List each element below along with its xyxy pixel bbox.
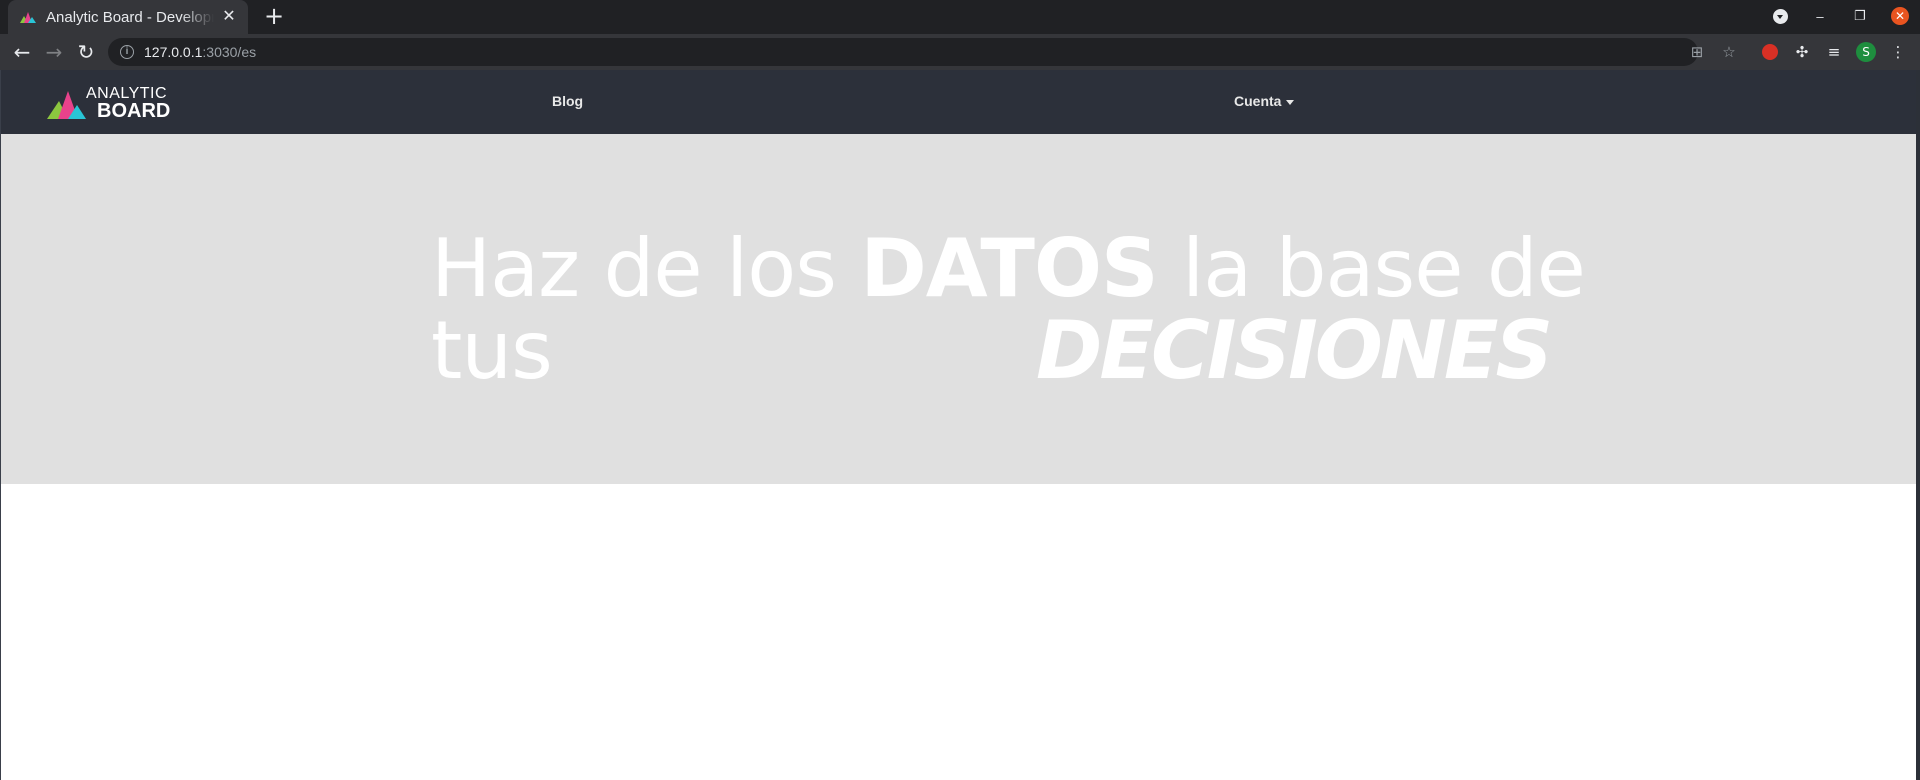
window-controls: – ❐ ✕ xyxy=(1760,0,1920,32)
web-page: ANALYTIC BOARD Blog Cuenta Haz de los DA… xyxy=(0,70,1920,780)
bookmark-star-icon[interactable]: ☆ xyxy=(1720,43,1738,61)
back-icon[interactable]: ← xyxy=(9,39,35,65)
hero-banner: Haz de los DATOS la base de tus DECISION… xyxy=(1,134,1917,484)
hero-text-pre: Haz de los xyxy=(431,222,861,315)
hero-text-decisiones: DECISIONES xyxy=(1036,304,1553,397)
profile-initial: S xyxy=(1856,42,1876,62)
extension-stop-icon[interactable] xyxy=(1760,42,1780,62)
address-bar[interactable]: i 127.0.0.1:3030/es ⊞ ☆ xyxy=(108,38,1736,66)
site-logo[interactable]: ANALYTIC BOARD xyxy=(46,85,176,122)
browser-tabstrip: Analytic Board - Development ✕ + – ❐ ✕ xyxy=(0,0,1920,34)
new-tab-button[interactable]: + xyxy=(262,4,286,29)
hero-headline-line1: Haz de los DATOS la base de xyxy=(431,222,1586,315)
minimize-icon[interactable]: – xyxy=(1800,0,1840,32)
site-navbar: ANALYTIC BOARD Blog Cuenta xyxy=(1,70,1917,134)
nav-dropdown-account[interactable]: Cuenta xyxy=(1234,93,1295,109)
nav-link-blog[interactable]: Blog xyxy=(552,93,583,109)
caret-down-icon xyxy=(1286,99,1295,105)
reload-icon[interactable]: ↻ xyxy=(73,39,99,65)
hero-headline-line2: tus xyxy=(431,304,553,397)
url-host: 127.0.0.1 xyxy=(144,44,203,60)
site-favicon-icon xyxy=(20,12,36,23)
browser-menu-icon[interactable]: ⋮ xyxy=(1888,42,1908,62)
logo-text-board: BOARD xyxy=(97,100,171,122)
logo-mountains-icon xyxy=(47,91,86,119)
page-scrollbar[interactable] xyxy=(1916,70,1920,780)
extensions-puzzle-icon[interactable]: ✣ xyxy=(1792,42,1812,62)
url-path: :3030/es xyxy=(202,44,257,60)
hero-text-datos: DATOS xyxy=(860,222,1158,315)
restore-icon[interactable]: ❐ xyxy=(1840,0,1880,32)
nav-account-label: Cuenta xyxy=(1234,93,1282,109)
translate-icon[interactable]: ⊞ xyxy=(1688,43,1706,61)
tab-search-icon[interactable] xyxy=(1760,0,1800,32)
tab-close-icon[interactable]: ✕ xyxy=(220,8,238,26)
tab-title: Analytic Board - Development xyxy=(46,8,214,26)
browser-toolbar: ← → ↻ i 127.0.0.1:3030/es ⊞ ☆ ✣ ≡ S ⋮ xyxy=(0,34,1920,70)
profile-avatar[interactable]: S xyxy=(1856,42,1876,62)
media-queue-icon[interactable]: ≡ xyxy=(1824,42,1844,62)
close-window-icon[interactable]: ✕ xyxy=(1880,0,1920,32)
hero-text-post: la base de xyxy=(1157,222,1586,315)
address-url[interactable]: 127.0.0.1:3030/es xyxy=(144,44,256,60)
browser-tab[interactable]: Analytic Board - Development ✕ xyxy=(8,0,248,34)
site-info-icon[interactable]: i xyxy=(120,45,134,59)
forward-icon[interactable]: → xyxy=(41,39,67,65)
